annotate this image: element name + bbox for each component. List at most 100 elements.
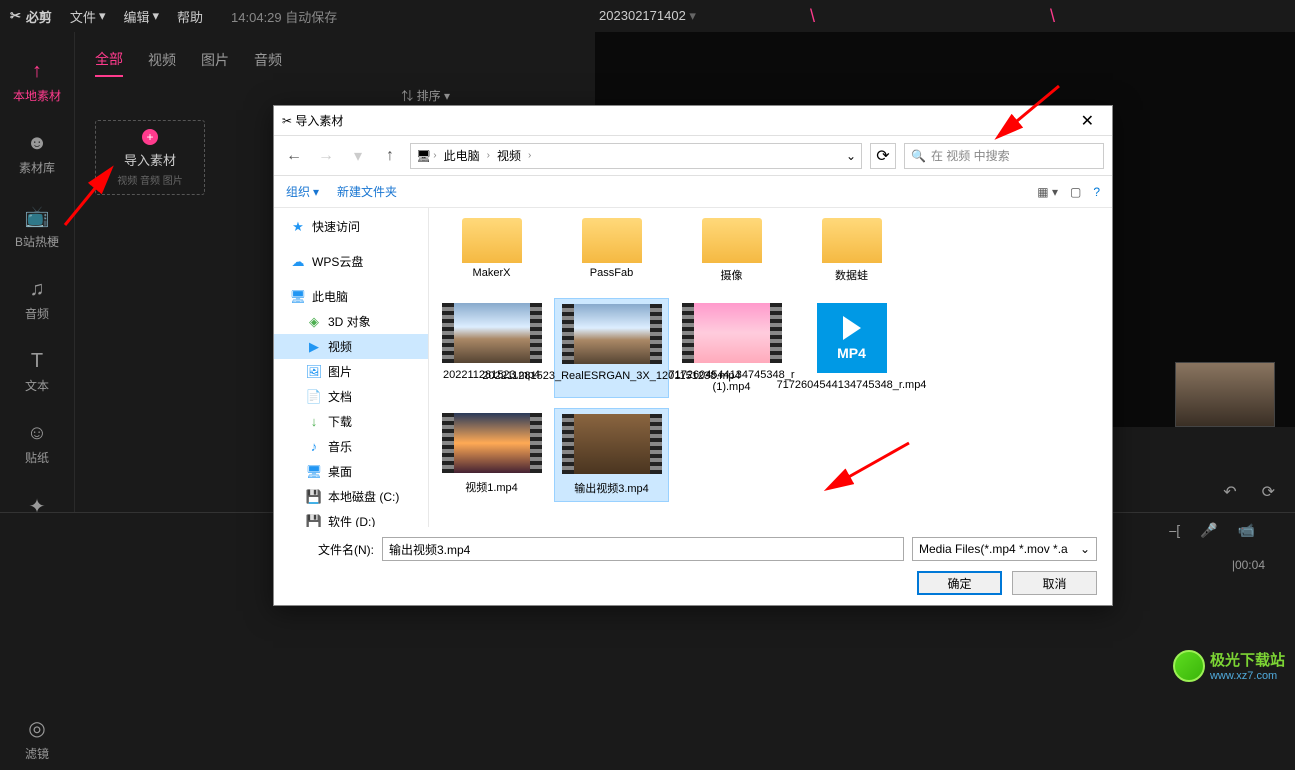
cut-icon[interactable]: ⎯[ [1169, 522, 1180, 539]
folder-item[interactable]: 摄像 [674, 213, 789, 288]
tree-videos[interactable]: ▶视频 [274, 334, 428, 359]
menu-help[interactable]: 帮助 [177, 7, 203, 26]
tab-video[interactable]: 视频 [148, 44, 176, 76]
dialog-icon: ✂ [282, 114, 292, 128]
tree-quick-access[interactable]: ★快速访问 [274, 214, 428, 239]
upload-icon: ↑ [32, 60, 42, 83]
folder-icon [702, 218, 762, 263]
nav-back-button[interactable]: ← [282, 144, 306, 168]
filename-input[interactable] [382, 537, 904, 561]
preview-pane-button[interactable]: ▢ [1070, 185, 1081, 199]
preview-thumbnail [1175, 362, 1275, 427]
tree-wps[interactable]: ☁WPS云盘 [274, 249, 428, 274]
path-folder[interactable]: 视频 [492, 145, 526, 166]
media-tabs: 全部 视频 图片 音频 [75, 40, 282, 80]
search-input[interactable]: 🔍 在 视频 中搜索 [904, 143, 1104, 169]
decoration-slash: \ [1050, 6, 1055, 27]
file-item[interactable]: MP47172604544134745348_r.mp4 [794, 298, 909, 398]
redo-icon[interactable]: ⟳ [1262, 482, 1275, 502]
cloud-icon: ☁ [290, 254, 306, 270]
watermark: 极光下载站 www.xz7.com [1173, 649, 1285, 682]
sidebar-item-filter[interactable]: ◎滤镜 [0, 708, 74, 770]
nav-up-button[interactable]: ↑ [378, 144, 402, 168]
camera-icon[interactable]: 📹 [1238, 522, 1255, 539]
tree-music[interactable]: ♪音乐 [274, 434, 428, 459]
sticker-icon: ☺ [27, 422, 47, 445]
menu-edit[interactable]: 编辑 ▾ [123, 7, 159, 26]
new-folder-button[interactable]: 新建文件夹 [337, 183, 397, 200]
search-icon: 🔍 [911, 149, 926, 163]
tree-3d-objects[interactable]: ◈3D 对象 [274, 309, 428, 334]
chevron-down-icon: ▾ [99, 8, 106, 24]
folder-item[interactable]: 数据蛙 [794, 213, 909, 288]
file-item[interactable]: 7172604544134745348_r (1).mp4 [674, 298, 789, 398]
close-button[interactable]: ✕ [1071, 111, 1104, 131]
folder-icon [822, 218, 882, 263]
download-icon: ↓ [306, 414, 322, 430]
file-item[interactable]: 输出视频3.mp4 [554, 408, 669, 502]
app-name: 必剪 [26, 7, 52, 26]
project-title[interactable]: 202302171402 ▾ [599, 8, 696, 24]
watermark-logo [1173, 650, 1205, 682]
pc-icon: 🖥 [290, 289, 306, 305]
tree-documents[interactable]: 📄文档 [274, 384, 428, 409]
sidebar-item-bilibili[interactable]: 📺B站热梗 [0, 196, 74, 258]
tree-this-pc[interactable]: 🖥此电脑 [274, 284, 428, 309]
sort-icon[interactable]: ⇅ 排序 ▾ [401, 87, 450, 104]
dialog-bottom: 文件名(N): Media Files(*.mp4 *.mov *.a⌄ 确定 … [274, 527, 1112, 605]
folder-tree: ★快速访问 ☁WPS云盘 🖥此电脑 ◈3D 对象 ▶视频 🖼图片 📄文档 ↓下载… [274, 208, 429, 527]
sidebar-item-sticker[interactable]: ☺贴纸 [0, 414, 74, 474]
tab-image[interactable]: 图片 [201, 44, 229, 76]
import-media-button[interactable]: + 导入素材 视频 音频 图片 [95, 120, 205, 195]
file-open-dialog: ✂ 导入素材 ✕ ← → ▾ ↑ 🖥 › 此电脑 › 视频 › ⌄ ⟳ 🔍 在 … [273, 105, 1113, 606]
document-icon: 📄 [306, 389, 322, 405]
undo-icon[interactable]: ↶ [1223, 482, 1236, 502]
tree-downloads[interactable]: ↓下载 [274, 409, 428, 434]
folder-icon [582, 218, 642, 263]
tv-icon: 📺 [25, 204, 50, 229]
path-bar[interactable]: 🖥 › 此电脑 › 视频 › ⌄ [410, 143, 862, 169]
help-button[interactable]: ? [1093, 185, 1100, 199]
pc-icon: 🖥 [416, 149, 431, 163]
star-icon: ★ [290, 219, 306, 235]
text-icon: T [31, 350, 43, 373]
ok-button[interactable]: 确定 [917, 571, 1002, 595]
file-item[interactable]: 视频1.mp4 [434, 408, 549, 502]
tree-drive-c[interactable]: 💾本地磁盘 (C:) [274, 484, 428, 509]
tree-drive-d[interactable]: 💾软件 (D:) [274, 509, 428, 527]
drive-icon: 💾 [306, 489, 322, 505]
sidebar-item-text[interactable]: T文本 [0, 342, 74, 402]
cancel-button[interactable]: 取消 [1012, 571, 1097, 595]
video-thumb [562, 304, 662, 364]
dialog-title: 导入素材 [295, 112, 343, 129]
file-item[interactable]: 202211281523_RealESRGAN_3X_1201151238.mp… [554, 298, 669, 398]
plus-icon: + [142, 129, 158, 145]
sidebar-item-library[interactable]: ☻素材库 [0, 124, 74, 184]
sidebar-item-local[interactable]: ↑本地素材 [0, 52, 74, 112]
logo-icon: ✂ [10, 8, 21, 24]
tab-audio[interactable]: 音频 [254, 44, 282, 76]
file-type-filter[interactable]: Media Files(*.mp4 *.mov *.a⌄ [912, 537, 1097, 561]
organize-button[interactable]: 组织 ▾ [286, 183, 319, 200]
chevron-down-icon: ▾ [152, 8, 159, 24]
decoration-slash: \ [810, 6, 815, 27]
dialog-body: ★快速访问 ☁WPS云盘 🖥此电脑 ◈3D 对象 ▶视频 🖼图片 📄文档 ↓下载… [274, 208, 1112, 527]
menu-file[interactable]: 文件 ▾ [70, 7, 106, 26]
sidebar-item-audio[interactable]: ♫音频 [0, 270, 74, 330]
video-icon: ▶ [306, 339, 322, 355]
refresh-button[interactable]: ⟳ [870, 143, 896, 169]
nav-forward-button[interactable]: → [314, 144, 338, 168]
tree-desktop[interactable]: 🖥桌面 [274, 459, 428, 484]
tree-pictures[interactable]: 🖼图片 [274, 359, 428, 384]
chevron-down-icon: ⌄ [1080, 542, 1090, 556]
file-item[interactable]: 202211281523.mp4 [434, 298, 549, 398]
mic-icon[interactable]: 🎤 [1200, 522, 1217, 539]
folder-item[interactable]: PassFab [554, 213, 669, 288]
view-mode-button[interactable]: ▦ ▾ [1037, 185, 1058, 199]
nav-history-button[interactable]: ▾ [346, 144, 370, 168]
chevron-down-icon[interactable]: ⌄ [846, 149, 856, 163]
path-root[interactable]: 此电脑 [439, 145, 485, 166]
folder-item[interactable]: MakerX [434, 213, 549, 288]
music-icon: ♪ [306, 439, 322, 455]
tab-all[interactable]: 全部 [95, 43, 123, 77]
